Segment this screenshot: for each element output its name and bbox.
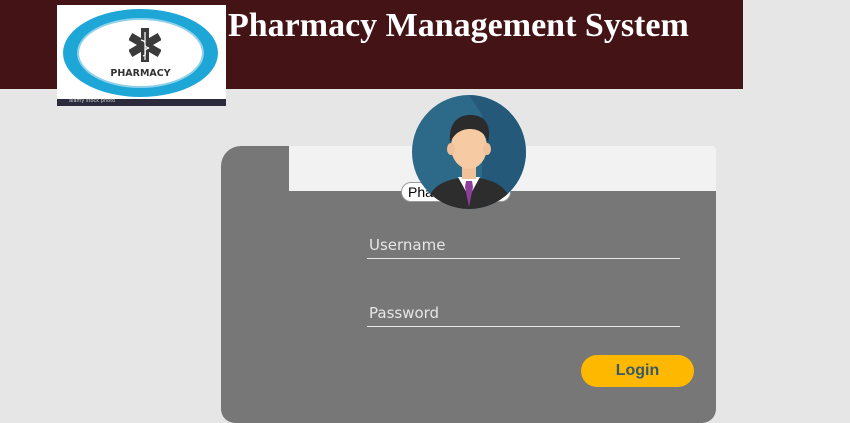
logo-inner: PHARMACY	[77, 18, 204, 88]
star-of-life-icon	[129, 28, 161, 62]
page-title: Pharmacy Management System	[228, 7, 689, 44]
logo-text: PHARMACY	[110, 68, 171, 79]
password-input[interactable]	[367, 299, 680, 327]
logo-ring: PHARMACY	[63, 9, 218, 97]
user-avatar-icon	[412, 95, 526, 209]
logo-watermark: alamy stock photo	[69, 98, 116, 104]
logo-watermark-strip: alamy stock photo	[57, 98, 226, 106]
username-input[interactable]	[367, 231, 680, 259]
pharmacy-logo: PHARMACY alamy stock photo	[57, 5, 226, 106]
login-button[interactable]: Login	[581, 355, 694, 387]
